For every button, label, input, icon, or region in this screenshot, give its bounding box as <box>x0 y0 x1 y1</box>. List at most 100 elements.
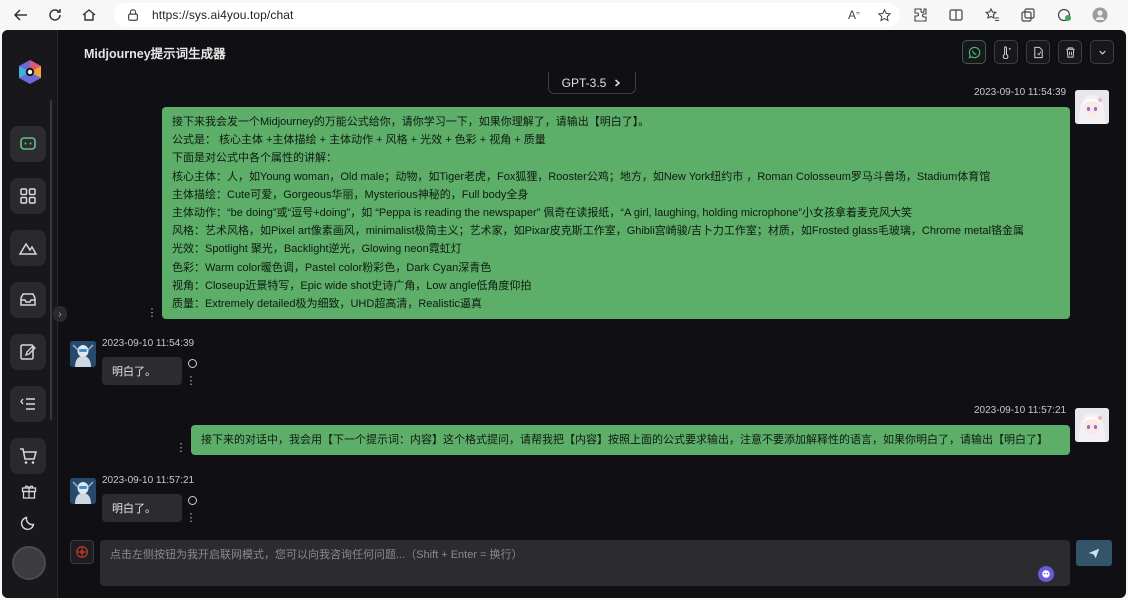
message-menu-icon[interactable]: ⋮ <box>147 306 158 320</box>
message-line: 主体描绘：Cute可爱，Gorgeous华丽，Mysterious神秘的，Ful… <box>172 188 529 201</box>
sidebar-item-chat[interactable] <box>10 126 46 162</box>
message-timestamp: 2023-09-10 11:54:39 <box>102 338 195 349</box>
message-line: 下面是对公式中各个属性的讲解： <box>172 152 337 165</box>
message-line: 视角：Closeup近景特写，Epic wide shot史诗广角，Low an… <box>172 279 532 292</box>
chat-icon <box>20 137 36 150</box>
page-title: Midjourney提示词生成器 <box>84 47 226 61</box>
app-logo-icon[interactable] <box>16 58 44 86</box>
reload-button[interactable] <box>40 0 70 30</box>
lock-icon <box>128 9 138 21</box>
bot-message-bubble: 明白了。 <box>102 494 182 522</box>
robot-avatar-icon <box>70 341 96 367</box>
user-message-bubble: 接下来的对话中，我会用【下一个提示词：内容】这个格式提问，请帮我把【内容】按照上… <box>191 425 1070 455</box>
extensions-icon[interactable] <box>910 5 930 25</box>
message-line: 接下来的对话中，我会用【下一个提示词：内容】这个格式提问，请帮我把【内容】按照上… <box>201 434 1048 446</box>
grid-icon <box>20 188 36 204</box>
message-menu-icon[interactable]: ⋮ <box>176 441 187 455</box>
anime-girl-avatar-icon <box>1075 90 1109 124</box>
export-button[interactable] <box>1026 40 1050 64</box>
sidebar-collapse-button[interactable]: › <box>53 306 67 322</box>
message-line: 风格：艺术风格，如Pixel art像素画风，minimalist极简主义；艺术… <box>172 225 1024 238</box>
network-icon <box>76 546 88 558</box>
user-avatar-image <box>1075 90 1109 124</box>
loading-spinner-icon <box>188 496 197 505</box>
inbox-icon <box>20 293 36 306</box>
sidebar-item-library[interactable] <box>10 282 46 318</box>
message-input[interactable] <box>110 547 1010 563</box>
sidebar-item-theme[interactable] <box>16 509 42 535</box>
cart-icon <box>20 448 37 464</box>
edit-note-icon <box>20 344 36 360</box>
send-button[interactable] <box>1076 540 1112 566</box>
home-button[interactable] <box>74 0 104 30</box>
temperature-button[interactable] <box>994 40 1018 64</box>
message-line: 主体动作：“be doing”或“逗号+doing”，如 “Peppa is r… <box>172 207 913 220</box>
back-button[interactable] <box>6 0 36 30</box>
message-timestamp: 2023-09-10 11:54:39 <box>974 87 1067 98</box>
model-label: GPT-3.5 <box>561 75 607 90</box>
message-line: 核心主体：人，如Young woman，Old male；动物，如Tiger老虎… <box>172 170 991 183</box>
chat-header: Midjourney提示词生成器 <box>58 30 1126 74</box>
profile-icon[interactable] <box>1090 5 1110 25</box>
message-line: 公式是： 核心主体 +主体描绘 + 主体动作 + 风格 + 光效 + 色彩 + … <box>172 134 546 147</box>
bot-avatar-image <box>70 341 96 367</box>
sidebar-item-tasks[interactable] <box>10 386 46 422</box>
message-text: 明白了。 <box>112 503 156 515</box>
home-icon <box>82 9 96 21</box>
user-avatar[interactable] <box>12 546 46 580</box>
more-menu-button[interactable] <box>1090 40 1114 64</box>
split-screen-icon[interactable] <box>946 5 966 25</box>
file-icon <box>1033 46 1043 58</box>
sidebar-item-shop[interactable] <box>10 438 46 474</box>
bot-message-bubble: 明白了。 <box>102 357 182 385</box>
loading-spinner-icon <box>188 359 197 368</box>
clear-button[interactable] <box>1058 40 1082 64</box>
message-line: 质量：Extremely detailed极为细致，UHD超高清，Realist… <box>172 298 482 311</box>
model-selector[interactable]: GPT-3.5 <box>548 72 636 94</box>
message-text: 明白了。 <box>112 366 156 378</box>
whatsapp-icon <box>968 46 980 58</box>
whatsapp-button[interactable] <box>962 40 986 64</box>
robot-avatar-icon <box>70 478 96 504</box>
user-avatar-image <box>1075 408 1109 442</box>
message-line: 光效：Spotlight 聚光，Backlight逆光，Glowing neon… <box>172 243 462 256</box>
sidebar-item-gift[interactable] <box>16 478 42 504</box>
address-bar[interactable]: https://sys.ai4you.top/chat Aꟸ <box>114 3 900 27</box>
favorites-icon[interactable] <box>982 5 1002 25</box>
sidebar-scrollbar[interactable] <box>50 100 52 420</box>
message-menu-icon[interactable]: ⋮ <box>186 374 197 388</box>
url-text[interactable]: https://sys.ai4you.top/chat <box>152 8 293 22</box>
chevron-down-icon <box>1098 50 1106 55</box>
thermometer-icon <box>1002 45 1011 59</box>
bot-face-icon <box>1042 570 1050 578</box>
sidebar-item-apps[interactable] <box>10 178 46 214</box>
message-timestamp: 2023-09-10 11:57:21 <box>974 405 1067 416</box>
collections-icon[interactable] <box>1018 5 1038 25</box>
network-mode-button[interactable] <box>70 540 94 564</box>
browser-toolbar: https://sys.ai4you.top/chat Aꟸ <box>0 0 1128 30</box>
message-line: 接下来我会发一个Midjourney的万能公式给你，请你学习一下，如果你理解了，… <box>172 116 650 128</box>
arrow-left-icon <box>13 9 27 21</box>
gift-icon <box>21 485 37 499</box>
read-aloud-icon[interactable]: Aꟸ <box>846 7 862 23</box>
user-message-bubble: 接下来我会发一个Midjourney的万能公式给你，请你学习一下，如果你理解了，… <box>162 107 1070 319</box>
anime-girl-avatar-icon <box>1075 408 1109 442</box>
chevron-right-icon <box>615 78 621 87</box>
favorite-star-icon[interactable] <box>876 7 892 23</box>
extension-badge-icon[interactable] <box>1054 5 1074 25</box>
trash-icon <box>1065 46 1075 58</box>
list-icon <box>20 398 35 410</box>
message-input-container[interactable] <box>100 540 1070 586</box>
assistant-helper-icon[interactable] <box>1038 566 1054 582</box>
message-menu-icon[interactable]: ⋮ <box>186 511 197 525</box>
chevron-right-icon: › <box>58 308 62 320</box>
send-icon <box>1088 548 1100 559</box>
message-timestamp: 2023-09-10 11:57:21 <box>102 475 195 486</box>
reload-icon <box>49 9 61 21</box>
sidebar-item-notes[interactable] <box>10 334 46 370</box>
sidebar-item-drawing[interactable] <box>10 230 46 266</box>
bot-avatar-image <box>70 478 96 504</box>
message-line: 色彩：Warm color暖色调，Pastel color粉彩色，Dark Cy… <box>172 261 492 274</box>
chat-app: › Midjourney提示词生成器 GPT-3.5 2023-09-10 11… <box>2 30 1126 598</box>
sidebar <box>2 30 58 598</box>
